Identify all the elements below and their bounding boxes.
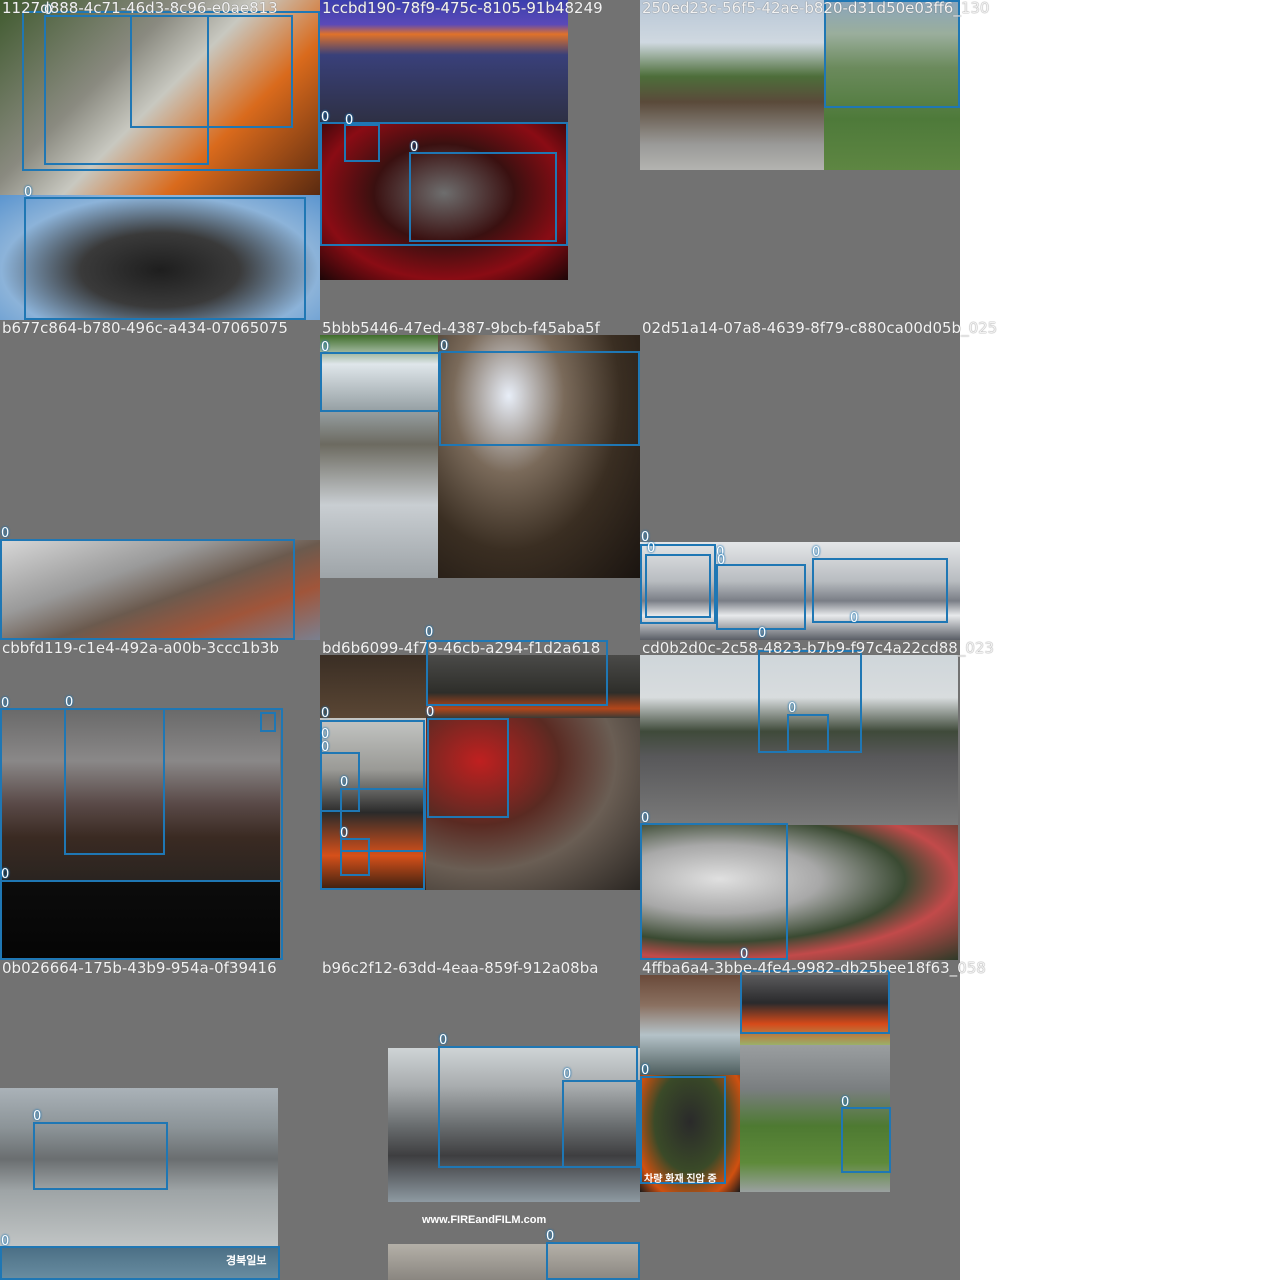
image-industrial-fire <box>640 975 740 1075</box>
class-label: 0 <box>647 541 656 556</box>
detection-box <box>640 823 788 960</box>
detection-box <box>260 712 276 732</box>
class-label: 0 <box>425 625 434 640</box>
class-label: 0 <box>439 1033 448 1048</box>
class-label: 0 <box>440 339 449 354</box>
image-filename: b677c864-b780-496c-a434-07065075 <box>2 319 288 337</box>
detection-box <box>33 1122 168 1190</box>
detection-box <box>740 970 890 1034</box>
mosaic-tile-2: 0 0 0 1ccbd190-78f9-475c-8105-91b48249 <box>320 0 640 320</box>
detection-box <box>645 554 711 618</box>
class-label: 0 <box>1 867 10 882</box>
class-label: 0 <box>850 611 859 626</box>
class-label: 0 <box>841 1095 850 1110</box>
tile-image <box>0 960 320 1280</box>
detection-box <box>340 838 370 876</box>
class-label: 0 <box>345 113 354 128</box>
class-label: 0 <box>788 701 797 716</box>
image-filename: 4ffba6a4-3bbe-4fe4-9982-db25bee18f63_058 <box>642 959 986 977</box>
image-filename: 5bbb5446-47ed-4387-9bcb-f45aba5f <box>322 319 600 337</box>
class-label: 0 <box>321 706 330 721</box>
detection-box <box>130 15 293 128</box>
class-label: 0 <box>1 1234 10 1249</box>
detection-box <box>562 1080 640 1168</box>
watermark-fireandfilm: www.FIREandFILM.com <box>422 1214 547 1226</box>
mosaic-tile-3: 250ed23c-56f5-42ae-b820-d31d50e03ff6_130 <box>640 0 989 320</box>
mosaic-tile-1: 0 0 1127d888-4c71-46d3-8c96-e0ae813 <box>0 0 320 320</box>
image-filename: bd6b6099-4f79-46cb-a294-f1d2a618 <box>322 639 601 657</box>
image-burnt-grass <box>320 655 426 718</box>
class-label: 0 <box>340 826 349 841</box>
mosaic-tile-11: www.FIREandFILM.com 0 0 0 b96c2f12-63dd-… <box>320 960 640 1280</box>
class-label: 0 <box>33 1109 42 1124</box>
mosaic-tile-9: 0 0 0 cd0b2d0c-2c58-4823-b7b9-f97c4a22cd… <box>640 640 994 961</box>
class-label: 0 <box>65 695 74 710</box>
detection-box <box>439 351 640 446</box>
class-label: 0 <box>1 696 10 711</box>
detection-box <box>546 1242 640 1280</box>
class-label: 0 <box>812 545 821 560</box>
class-label: 0 <box>426 705 435 720</box>
detection-box <box>0 880 283 960</box>
detection-box <box>640 1076 726 1184</box>
image-filename: 250ed23c-56f5-42ae-b820-d31d50e03ff6_130 <box>642 0 990 17</box>
image-filename: 1ccbd190-78f9-475c-8105-91b48249 <box>322 0 603 17</box>
class-label: 0 <box>24 185 33 200</box>
mosaic-tile-5: 0 0 5bbb5446-47ed-4387-9bcb-f45aba5f <box>320 320 640 640</box>
mosaic-tile-7: 0 0 0 cbbfd119-c1e4-492a-a00b-3ccc1b3b <box>0 640 320 960</box>
mosaic-tile-4: 0 b677c864-b780-496c-a434-07065075 <box>0 320 320 640</box>
class-label: 0 <box>410 140 419 155</box>
class-label: 0 <box>321 110 330 125</box>
detection-box <box>0 539 295 640</box>
class-label: 0 <box>1 526 10 541</box>
watermark-caption: 차량 화재 진압 중 <box>644 1174 717 1185</box>
detection-box <box>320 122 568 246</box>
image-street-fire-night <box>320 0 568 122</box>
detection-box <box>787 714 829 752</box>
detection-box <box>841 1107 891 1173</box>
class-label: 0 <box>641 1063 650 1078</box>
class-label: 0 <box>563 1067 572 1082</box>
detection-box <box>24 197 306 320</box>
detection-box <box>320 352 440 412</box>
image-house <box>640 0 824 170</box>
mosaic-tile-6: 0 0 0 0 0 0 0 02d51a14-07a8-4639-8f79-c8… <box>640 320 997 640</box>
class-label: 0 <box>717 553 726 568</box>
class-label: 0 <box>641 811 650 826</box>
mosaic-tile-10: 경북일보 0 0 0b026664-175b-43b9-954a-0f39416 <box>0 960 320 1280</box>
image-filename: 02d51a14-07a8-4639-8f79-c880ca00d05b_025 <box>642 319 998 337</box>
detection-box <box>716 564 806 630</box>
class-label: 0 <box>321 340 330 355</box>
mosaic-tile-12: 차량 화재 진압 중 0 0 4ffba6a4-3bbe-4fe4-9982-d… <box>640 960 986 1280</box>
mosaic-tile-8: 0 0 0 0 0 0 0 bd6b6099-4f79-46cb-a294-f1… <box>320 626 640 960</box>
watermark-news: 경북일보 <box>226 1255 267 1267</box>
detection-box <box>812 558 948 623</box>
detection-box <box>64 708 165 855</box>
class-label: 0 <box>340 775 349 790</box>
image-filename: 0b026664-175b-43b9-954a-0f39416 <box>2 959 277 977</box>
image-filename: 1127d888-4c71-46d3-8c96-e0ae813 <box>2 0 278 17</box>
class-label: 0 <box>321 740 330 755</box>
image-filename: b96c2f12-63dd-4eaa-859f-912a08ba <box>322 959 599 977</box>
class-label: 0 <box>546 1229 555 1244</box>
image-filename: cbbfd119-c1e4-492a-a00b-3ccc1b3b <box>2 639 279 657</box>
image-filename: cd0b2d0c-2c58-4823-b7b9-f97c4a22cd88_023 <box>642 639 994 657</box>
detection-box <box>427 718 509 818</box>
